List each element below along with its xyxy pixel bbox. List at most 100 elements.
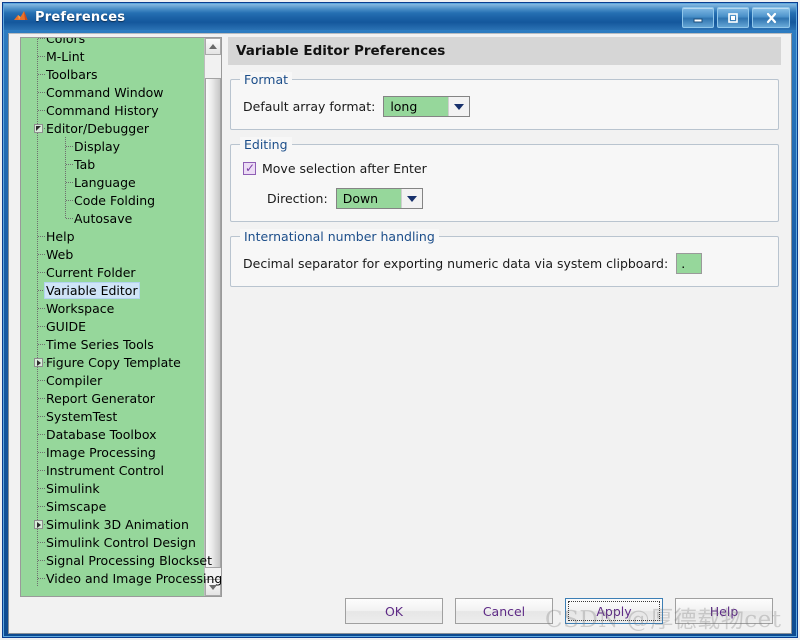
sidebar-item-label: GUIDE	[46, 318, 87, 334]
chevron-down-icon	[448, 97, 470, 116]
sidebar-item-autosave[interactable]: Autosave	[21, 209, 205, 227]
sidebar-item-command-window[interactable]: Command Window	[21, 83, 205, 101]
sidebar-item-label: Report Generator	[46, 390, 155, 406]
sidebar-item-signal-processing-blockset[interactable]: Signal Processing Blockset	[21, 551, 212, 569]
sidebar-item-label: Compiler	[46, 372, 103, 388]
cancel-button[interactable]: Cancel	[455, 598, 553, 624]
sidebar-item-instrument-control[interactable]: Instrument Control	[21, 461, 205, 479]
window-controls	[682, 7, 790, 28]
sidebar-item-simulink-3d-animation[interactable]: Simulink 3D Animation	[21, 515, 205, 533]
sidebar-item-compiler[interactable]: Compiler	[21, 371, 205, 389]
sidebar-item-report-generator[interactable]: Report Generator	[21, 389, 205, 407]
window-title: Preferences	[35, 9, 126, 25]
sidebar-item-label: Database Toolbox	[46, 426, 157, 442]
editing-group-title: Editing	[240, 137, 292, 152]
tree-expander-placeholder	[32, 281, 45, 299]
sidebar-item-simscape[interactable]: Simscape	[21, 497, 205, 515]
move-selection-checkbox[interactable]: ✓ Move selection after Enter	[243, 161, 766, 176]
tree-expander-placeholder	[60, 137, 73, 155]
tree-expander-placeholder	[32, 497, 45, 515]
tree-expander-placeholder	[32, 227, 45, 245]
scrollbar-thumb[interactable]	[205, 78, 221, 568]
default-array-format-label: Default array format:	[243, 99, 376, 114]
sidebar-item-label: Autosave	[74, 210, 133, 226]
sidebar-item-figure-copy-template[interactable]: Figure Copy Template	[21, 353, 205, 371]
tree-expander-slot[interactable]	[32, 515, 45, 533]
tree-expander-placeholder	[32, 101, 45, 119]
default-array-format-dropdown[interactable]: long	[383, 96, 471, 117]
tree-expander-placeholder	[32, 569, 45, 587]
direction-dropdown[interactable]: Down	[335, 188, 423, 209]
sidebar-item-time-series-tools[interactable]: Time Series Tools	[21, 335, 205, 353]
apply-button[interactable]: Apply	[565, 598, 663, 624]
sidebar-item-command-history[interactable]: Command History	[21, 101, 205, 119]
sidebar-item-simulink-control-design[interactable]: Simulink Control Design	[21, 533, 205, 551]
tree-expander-slot[interactable]	[32, 119, 45, 137]
maximize-button[interactable]	[717, 7, 749, 28]
tree-expander-placeholder	[32, 551, 45, 569]
international-group-body: Decimal separator for exporting numeric …	[231, 237, 778, 286]
sidebar-item-workspace[interactable]: Workspace	[21, 299, 205, 317]
sidebar-item-label: Workspace	[46, 300, 115, 316]
decimal-separator-input[interactable]: .	[676, 253, 703, 274]
sidebar-item-guide[interactable]: GUIDE	[21, 317, 205, 335]
title-bar[interactable]: Preferences	[4, 4, 796, 30]
sidebar-item-label: Simulink 3D Animation	[46, 516, 189, 532]
sidebar-item-help[interactable]: Help	[21, 227, 205, 245]
scroll-up-arrow[interactable]	[205, 38, 221, 55]
sidebar-item-image-processing[interactable]: Image Processing	[21, 443, 205, 461]
sidebar-item-label: Tab	[74, 156, 96, 172]
tree-expander-placeholder	[60, 191, 73, 209]
sidebar-item-colors[interactable]: Colors	[21, 37, 205, 47]
tree-expander-placeholder	[32, 443, 45, 461]
sidebar-item-tab[interactable]: Tab	[21, 155, 205, 173]
tree-expand-icon[interactable]	[34, 519, 43, 529]
sidebar-item-video-and-image-processing[interactable]: Video and Image Processing	[21, 569, 221, 587]
sidebar-item-label: Command Window	[46, 84, 164, 100]
sidebar-item-variable-editor[interactable]: Variable Editor	[21, 281, 205, 299]
close-button[interactable]	[752, 7, 790, 28]
ok-button[interactable]: OK	[345, 598, 443, 624]
help-button[interactable]: Help	[675, 598, 773, 624]
format-group: Format Default array format: long	[230, 72, 779, 130]
sidebar-item-code-folding[interactable]: Code Folding	[21, 191, 205, 209]
tree-collapse-icon[interactable]	[34, 123, 43, 133]
sidebar-item-systemtest[interactable]: SystemTest	[21, 407, 205, 425]
sidebar-item-label: Help	[46, 228, 75, 244]
sidebar-item-editor-debugger[interactable]: Editor/Debugger	[21, 119, 205, 137]
check-icon: ✓	[245, 161, 256, 175]
tree-expander-slot[interactable]	[32, 353, 45, 371]
sidebar-item-simulink[interactable]: Simulink	[21, 479, 205, 497]
preferences-detail-pane: Variable Editor Preferences Format Defau…	[228, 37, 781, 597]
sidebar-item-label: Variable Editor	[44, 281, 140, 299]
tree-expander-placeholder	[32, 47, 45, 65]
sidebar-item-database-toolbox[interactable]: Database Toolbox	[21, 425, 205, 443]
sidebar-item-web[interactable]: Web	[21, 245, 205, 263]
sidebar-item-label: Language	[74, 174, 136, 190]
tree-vertical-scrollbar[interactable]	[204, 38, 221, 596]
minimize-button[interactable]	[682, 7, 714, 28]
tree-expander-placeholder	[60, 155, 73, 173]
preferences-tree-list: Colors M-Lint Toolbars Command Window Comman…	[21, 37, 221, 587]
sidebar-item-label: Colors	[46, 37, 86, 46]
sidebar-item-label: Instrument Control	[46, 462, 164, 478]
tree-expander-placeholder	[32, 389, 45, 407]
preferences-tree-panel[interactable]: Colors M-Lint Toolbars Command Window Comman…	[20, 37, 222, 597]
direction-value: Down	[336, 189, 401, 208]
tree-expander-placeholder	[32, 263, 45, 281]
tree-expander-placeholder	[32, 335, 45, 353]
sidebar-item-display[interactable]: Display	[21, 137, 205, 155]
chevron-down-icon	[400, 189, 422, 208]
matlab-membrane-icon	[13, 9, 30, 26]
sidebar-item-label: Time Series Tools	[46, 336, 154, 352]
sidebar-item-label: Simulink Control Design	[46, 534, 196, 550]
tree-expander-placeholder	[32, 371, 45, 389]
sidebar-item-current-folder[interactable]: Current Folder	[21, 263, 205, 281]
tree-expander-placeholder	[32, 479, 45, 497]
tree-expander-placeholder	[32, 299, 45, 317]
sidebar-item-m-lint[interactable]: M-Lint	[21, 47, 205, 65]
sidebar-item-language[interactable]: Language	[21, 173, 205, 191]
tree-expand-icon[interactable]	[34, 357, 43, 367]
tree-expander-placeholder	[32, 65, 45, 83]
sidebar-item-toolbars[interactable]: Toolbars	[21, 65, 205, 83]
